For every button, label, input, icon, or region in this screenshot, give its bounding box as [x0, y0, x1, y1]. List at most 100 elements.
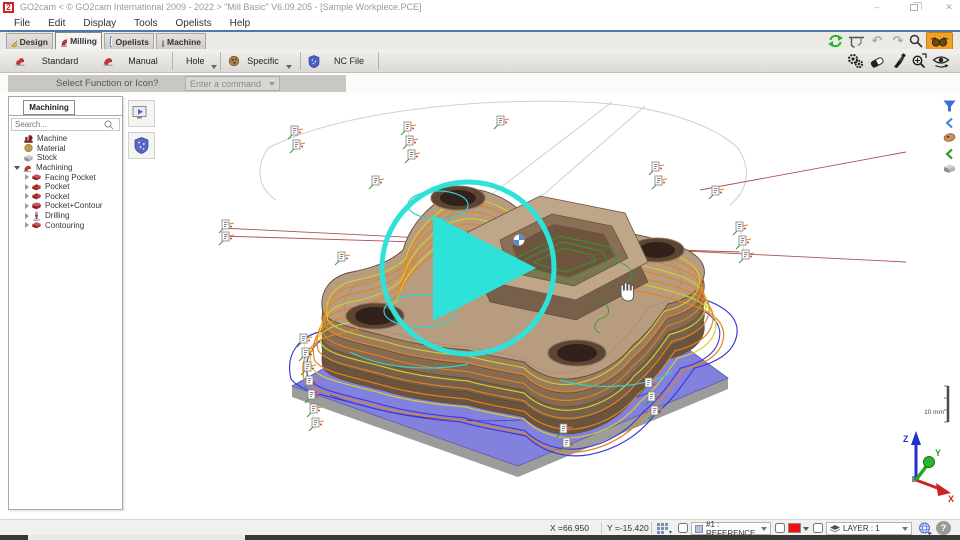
group-standard-button[interactable]: Standard — [8, 51, 94, 71]
group-manual-button[interactable]: Manual — [96, 51, 172, 71]
tab-opelists-label: Opelists — [115, 37, 149, 47]
show-part-button[interactable] — [941, 130, 957, 145]
minimize-button[interactable]: – — [864, 0, 890, 15]
chevron-collapsed-icon[interactable] — [25, 213, 29, 219]
grid-toggle-button[interactable] — [655, 522, 674, 535]
layer-icon — [830, 525, 840, 533]
group-specific-label: Specific — [246, 56, 280, 66]
layer-visibility-checkbox[interactable] — [813, 523, 823, 533]
view-orientation-button[interactable] — [916, 521, 934, 535]
group-ncfile-button[interactable]: NC File — [302, 51, 378, 71]
window-title: GO2cam < © GO2cam International 2009 - 2… — [20, 2, 422, 12]
erase-button[interactable] — [868, 52, 886, 70]
specific-dropdown-caret[interactable] — [286, 65, 292, 69]
tree-item-label: Material — [37, 144, 65, 153]
globe-icon — [918, 522, 932, 535]
menu-display[interactable]: Display — [75, 18, 124, 29]
tab-design-label: Design — [20, 37, 48, 47]
tree-item-label: Machining — [36, 163, 72, 172]
viewport-3d[interactable]: 10 mm Z X Y — [123, 94, 958, 519]
current-color-swatch[interactable] — [788, 523, 801, 533]
manual-tool-icon — [102, 55, 114, 67]
search-icon — [104, 120, 114, 130]
tree-item-drilling[interactable]: Drilling — [9, 211, 122, 221]
menu-file[interactable]: File — [6, 18, 38, 29]
tab-milling[interactable]: Milling — [55, 32, 102, 49]
chevron-collapsed-icon[interactable] — [25, 174, 29, 180]
tree-item-pocket-1[interactable]: Pocket — [9, 182, 122, 192]
menu-tools[interactable]: Tools — [126, 18, 165, 29]
redo-button[interactable]: ↷ — [889, 32, 907, 49]
zoom-button[interactable] — [908, 33, 924, 49]
tree-item-pocket-contour[interactable]: Pocket+Contour — [9, 201, 122, 211]
color-caret[interactable] — [803, 527, 809, 531]
color-apply-checkbox[interactable] — [775, 523, 785, 533]
tree-item-machining[interactable]: Machining — [9, 163, 122, 173]
menu-edit[interactable]: Edit — [40, 18, 73, 29]
dynamic-view-button[interactable] — [931, 52, 951, 70]
chevron-collapsed-icon[interactable] — [25, 203, 29, 209]
axis-z-label: Z — [903, 434, 909, 444]
scale-bar: 10 mm — [924, 386, 948, 422]
grid-icon — [657, 523, 672, 534]
menu-help[interactable]: Help — [222, 18, 259, 29]
restore-button[interactable] — [901, 0, 927, 15]
tree-item-stock[interactable]: Stock — [9, 153, 122, 163]
regenerate-button[interactable] — [826, 33, 844, 49]
video-progress-bar[interactable] — [0, 535, 960, 540]
zoom-extents-button[interactable] — [910, 52, 928, 70]
search-input[interactable] — [12, 120, 104, 129]
standard-tool-icon — [14, 55, 26, 67]
filter-button[interactable] — [941, 98, 957, 113]
tree-item-label: Drilling — [45, 211, 69, 220]
toolbar-separator — [220, 52, 221, 70]
help-button[interactable]: ? — [936, 521, 951, 535]
gears-icon — [847, 53, 864, 69]
show-stock-button[interactable] — [941, 161, 957, 176]
tree-item-facing-pocket[interactable]: Facing Pocket — [9, 172, 122, 182]
tab-design[interactable]: Design — [6, 33, 53, 49]
design-icon — [11, 36, 17, 47]
tree-item-label: Facing Pocket — [45, 173, 96, 182]
chevron-collapsed-icon[interactable] — [25, 222, 29, 228]
group-specific-button[interactable]: Specific — [222, 51, 298, 71]
command-row: Select Function or Icon? Enter a command — [0, 73, 960, 94]
machining-simulation-button[interactable] — [845, 52, 865, 70]
reference-visibility-checkbox[interactable] — [678, 523, 688, 533]
command-input-dropdown[interactable]: Enter a command — [185, 76, 280, 91]
tree-item-machine[interactable]: Machine — [9, 134, 122, 144]
group-hole-label: Hole — [186, 56, 205, 66]
tree-item-material[interactable]: Material — [9, 144, 122, 154]
reference-select[interactable]: #1 : REFERENCE — [691, 522, 771, 535]
prev-part-button[interactable] — [941, 115, 957, 130]
tab-machining-panel[interactable]: Machining — [23, 100, 75, 115]
ribbon-tab-row: Design Milling Opelists Machine ↶ ↷ — [0, 32, 960, 49]
prev-stock-button[interactable] — [941, 146, 957, 161]
axis-x-label: X — [948, 494, 954, 504]
undo-button[interactable]: ↶ — [868, 32, 886, 49]
coord-x-readout: X =66.950 — [550, 523, 589, 533]
tab-opelists[interactable]: Opelists — [104, 33, 154, 49]
layer-select[interactable]: LAYER : 1 — [826, 522, 912, 535]
tree-item-contouring[interactable]: Contouring — [9, 220, 122, 230]
group-hole-button[interactable]: Hole — [174, 51, 218, 71]
machining-tree-panel: Machining Machine Material Stock Machini — [8, 96, 123, 510]
close-button[interactable]: ✕ — [936, 0, 960, 15]
clean-button[interactable] — [890, 52, 908, 70]
chevron-expanded-icon[interactable] — [14, 166, 20, 170]
hole-dropdown-caret[interactable] — [211, 65, 217, 69]
opelists-icon — [109, 36, 112, 47]
measure-button[interactable] — [846, 33, 866, 49]
command-input-value: Enter a command — [190, 79, 261, 89]
tree-item-pocket-2[interactable]: Pocket — [9, 192, 122, 202]
tab-machine[interactable]: Machine — [156, 33, 206, 49]
title-bar: 2 GO2cam < © GO2cam International 2009 -… — [0, 0, 960, 16]
axis-triad: Z X Y — [903, 431, 954, 504]
chevron-collapsed-icon[interactable] — [25, 193, 29, 199]
menu-opelists[interactable]: Opelists — [168, 18, 220, 29]
chevron-left-green-icon — [944, 148, 955, 160]
layer-value: LAYER : 1 — [843, 524, 899, 533]
chevron-collapsed-icon[interactable] — [25, 184, 29, 190]
tree-item-label: Stock — [37, 153, 57, 162]
machine-tab-icon — [161, 36, 164, 47]
